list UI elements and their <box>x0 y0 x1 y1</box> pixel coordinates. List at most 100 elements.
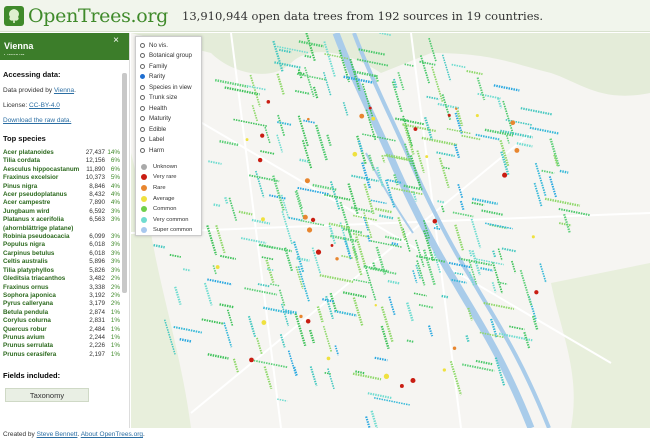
tree-cluster[interactable] <box>548 176 558 199</box>
tree-cluster[interactable] <box>361 162 372 190</box>
license-link[interactable]: CC-BY-4.0 <box>29 102 60 109</box>
rare-tree-marker[interactable] <box>310 217 316 223</box>
tree-cluster[interactable] <box>404 63 415 67</box>
tree-cluster[interactable] <box>419 60 436 66</box>
tree-cluster[interactable] <box>353 278 370 284</box>
tree-cluster[interactable] <box>220 254 236 260</box>
tree-cluster[interactable] <box>471 197 498 206</box>
tree-cluster[interactable] <box>480 267 494 272</box>
tree-cluster[interactable] <box>476 77 486 101</box>
tree-cluster[interactable] <box>470 218 482 249</box>
sidebar-scrollbar[interactable] <box>122 73 127 293</box>
map-canvas[interactable] <box>131 33 650 428</box>
tree-cluster[interactable] <box>308 329 316 344</box>
radio-icon[interactable] <box>140 42 145 48</box>
tree-cluster[interactable] <box>391 81 403 113</box>
tree-cluster[interactable] <box>224 196 229 204</box>
rare-tree-marker[interactable] <box>452 346 457 351</box>
tree-map[interactable]: mapbox <box>131 33 650 428</box>
rare-tree-marker[interactable] <box>304 178 310 184</box>
about-link[interactable]: About OpenTrees.org <box>81 431 143 438</box>
rare-tree-marker[interactable] <box>368 106 372 110</box>
rare-tree-marker[interactable] <box>454 107 458 111</box>
tree-cluster[interactable] <box>451 63 466 69</box>
radio-icon[interactable] <box>140 84 145 90</box>
rare-tree-marker[interactable] <box>447 113 451 117</box>
tree-cluster[interactable] <box>387 279 401 285</box>
tree-cluster[interactable] <box>203 282 213 306</box>
radio-icon[interactable] <box>140 137 145 143</box>
rare-tree-marker[interactable] <box>302 214 308 220</box>
tree-cluster[interactable] <box>544 197 581 207</box>
tree-cluster[interactable] <box>370 199 387 205</box>
tree-cluster[interactable] <box>276 73 285 96</box>
tree-cluster[interactable] <box>334 309 358 317</box>
tree-cluster[interactable] <box>437 200 445 204</box>
rare-tree-marker[interactable] <box>432 218 438 224</box>
rare-tree-marker[interactable] <box>383 373 390 379</box>
tree-cluster[interactable] <box>423 116 433 140</box>
tree-cluster[interactable] <box>233 118 268 128</box>
tree-cluster[interactable] <box>266 268 274 271</box>
tree-cluster[interactable] <box>228 197 238 221</box>
tree-cluster[interactable] <box>391 242 399 246</box>
tree-cluster[interactable] <box>287 350 297 376</box>
tree-cluster[interactable] <box>459 200 465 211</box>
tree-cluster[interactable] <box>212 265 217 275</box>
radio-icon[interactable] <box>140 63 145 69</box>
tree-cluster[interactable] <box>342 291 367 299</box>
tree-cluster[interactable] <box>363 183 375 215</box>
rare-tree-marker[interactable] <box>335 257 339 261</box>
rare-tree-marker[interactable] <box>352 151 358 157</box>
tree-cluster[interactable] <box>529 126 559 135</box>
radio-icon[interactable] <box>140 105 145 111</box>
tree-cluster[interactable] <box>354 70 378 78</box>
tree-cluster[interactable] <box>388 296 396 316</box>
tree-cluster[interactable] <box>169 253 181 258</box>
tree-cluster[interactable] <box>261 256 274 261</box>
tree-cluster[interactable] <box>493 84 520 92</box>
rare-tree-marker[interactable] <box>502 172 508 178</box>
tree-cluster[interactable] <box>304 54 313 59</box>
rare-tree-marker[interactable] <box>215 265 220 269</box>
tree-cluster[interactable] <box>491 282 497 293</box>
tree-cluster[interactable] <box>351 174 380 183</box>
tree-cluster[interactable] <box>406 339 414 343</box>
tree-cluster[interactable] <box>441 294 449 299</box>
tree-cluster[interactable] <box>294 190 305 220</box>
rare-tree-marker[interactable] <box>413 127 418 131</box>
tree-cluster[interactable] <box>277 398 288 402</box>
vis-option[interactable]: Maturity <box>140 114 197 125</box>
tree-cluster[interactable] <box>375 207 392 214</box>
vis-option[interactable]: Trunk size <box>140 93 197 104</box>
close-icon[interactable]: × <box>113 35 119 46</box>
tree-cluster[interactable] <box>257 283 270 288</box>
tree-cluster[interactable] <box>201 318 225 325</box>
tree-cluster[interactable] <box>238 210 253 216</box>
tree-cluster[interactable] <box>441 205 445 214</box>
tree-cluster[interactable] <box>251 104 259 122</box>
tree-cluster[interactable] <box>441 54 452 82</box>
tree-cluster[interactable] <box>452 211 474 218</box>
tree-cluster[interactable] <box>213 203 221 208</box>
tree-cluster[interactable] <box>461 134 481 141</box>
vis-option[interactable]: Rarity <box>140 72 197 83</box>
tree-cluster[interactable] <box>283 247 294 272</box>
radio-selected-icon[interactable] <box>140 74 145 80</box>
tree-cluster[interactable] <box>260 150 276 155</box>
tree-cluster[interactable] <box>342 101 349 116</box>
radio-icon[interactable] <box>140 147 145 153</box>
tree-cluster[interactable] <box>309 366 318 387</box>
tree-cluster[interactable] <box>208 160 222 165</box>
tree-cluster[interactable] <box>438 157 450 189</box>
tree-cluster[interactable] <box>419 55 431 84</box>
tree-cluster[interactable] <box>395 117 425 126</box>
tree-cluster[interactable] <box>484 222 513 230</box>
rare-tree-marker[interactable] <box>326 356 331 361</box>
tree-cluster[interactable] <box>253 359 288 369</box>
tree-cluster[interactable] <box>379 214 394 220</box>
tree-cluster[interactable] <box>246 85 266 91</box>
rare-tree-marker[interactable] <box>249 357 254 363</box>
vis-option[interactable]: Species in view <box>140 82 197 93</box>
tree-cluster[interactable] <box>247 315 257 338</box>
